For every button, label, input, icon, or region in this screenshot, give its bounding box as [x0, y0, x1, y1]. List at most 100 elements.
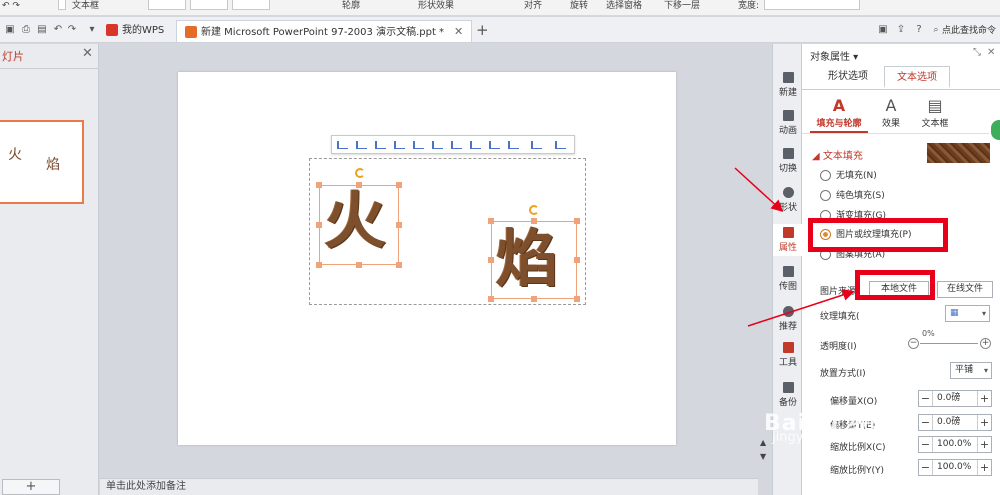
- texture-preview[interactable]: [927, 143, 990, 163]
- group-icon[interactable]: [554, 139, 566, 151]
- resize-handle[interactable]: [574, 296, 580, 302]
- upload-icon[interactable]: ⇪: [895, 24, 907, 36]
- texture-select[interactable]: ▦ ▾: [945, 305, 990, 322]
- resize-handle[interactable]: [531, 296, 537, 302]
- resize-handle[interactable]: [316, 222, 322, 228]
- increment-icon[interactable]: +: [977, 437, 991, 452]
- spin-box[interactable]: [58, 0, 66, 10]
- resize-handle[interactable]: [574, 257, 580, 263]
- undo-icon[interactable]: ↶ ↷: [2, 0, 20, 12]
- subtab-effect[interactable]: A 效果: [866, 96, 916, 129]
- resize-handle[interactable]: [396, 182, 402, 188]
- redo-icon[interactable]: ↷: [66, 24, 78, 36]
- subtab-textbox[interactable]: ▤ 文本框: [910, 96, 960, 129]
- offset-x-stepper[interactable]: −0.0磅 +: [918, 390, 992, 407]
- close-tab-icon[interactable]: ✕: [454, 25, 463, 38]
- shape-effect-button[interactable]: 形状效果: [418, 0, 454, 12]
- subtab-fill-outline[interactable]: A 填充与轮廓: [810, 96, 868, 129]
- style-swatch[interactable]: [148, 0, 186, 10]
- export-icon[interactable]: ▤: [36, 24, 48, 36]
- add-slide-button[interactable]: +: [2, 479, 60, 495]
- distribute-icon[interactable]: [488, 139, 500, 151]
- scale-y-stepper[interactable]: −100.0% +: [918, 459, 992, 476]
- increment-icon[interactable]: +: [977, 415, 991, 430]
- text-fill-section[interactable]: ◢ 文本填充: [812, 147, 863, 162]
- iconbar-tools[interactable]: 工具: [773, 342, 803, 368]
- width-input[interactable]: [764, 0, 860, 10]
- align-top-icon[interactable]: [393, 139, 405, 151]
- minus-icon[interactable]: −: [908, 338, 919, 349]
- align-center-icon[interactable]: [355, 139, 367, 151]
- slide-text-fire[interactable]: 火: [324, 190, 386, 252]
- resize-handle[interactable]: [488, 257, 494, 263]
- placement-select[interactable]: 平铺 ▾: [950, 362, 992, 379]
- align-bottom-icon[interactable]: [431, 139, 443, 151]
- tab-my-wps[interactable]: 我的WPS: [98, 20, 172, 42]
- resize-handle[interactable]: [316, 262, 322, 268]
- floating-assistant-button[interactable]: [989, 118, 1000, 142]
- decrement-icon[interactable]: −: [919, 415, 933, 430]
- outline-button[interactable]: 轮廓: [342, 0, 360, 12]
- iconbar-upload-image[interactable]: 传图: [773, 266, 803, 292]
- increment-icon[interactable]: +: [977, 391, 991, 406]
- dropdown-icon[interactable]: ▾: [86, 24, 98, 36]
- scale-x-stepper[interactable]: −100.0% +: [918, 436, 992, 453]
- plus-icon[interactable]: +: [980, 338, 991, 349]
- new-tab-button[interactable]: +: [476, 21, 489, 39]
- decrement-icon[interactable]: −: [919, 460, 933, 475]
- resize-handle[interactable]: [488, 296, 494, 302]
- iconbar-recommend[interactable]: 推荐: [773, 306, 803, 332]
- resize-handle[interactable]: [356, 262, 362, 268]
- undo-icon[interactable]: ↶: [52, 24, 64, 36]
- align-right-icon[interactable]: [374, 139, 386, 151]
- notes-area[interactable]: 单击此处添加备注: [100, 478, 758, 495]
- tab-shape-options[interactable]: 形状选项: [816, 66, 880, 88]
- radio-solid-fill[interactable]: 纯色填充(S): [820, 188, 885, 201]
- scroll-up-icon[interactable]: ▲: [760, 438, 766, 447]
- style-swatch[interactable]: [190, 0, 228, 10]
- close-icon[interactable]: ✕: [82, 46, 93, 61]
- selection-pane-button[interactable]: 选择窗格: [606, 0, 642, 12]
- rotate-button[interactable]: 旋转: [570, 0, 588, 12]
- textbox-button[interactable]: 文本框: [72, 0, 99, 12]
- panel-title[interactable]: 对象属性 ▾: [810, 48, 858, 63]
- radio-no-fill[interactable]: 无填充(N): [820, 168, 877, 181]
- command-search[interactable]: 点此查找命令: [938, 20, 1000, 42]
- increment-icon[interactable]: +: [977, 460, 991, 475]
- align-button[interactable]: 对齐: [524, 0, 542, 12]
- distribute-vertical-icon[interactable]: [469, 139, 481, 151]
- resize-handle[interactable]: [574, 218, 580, 224]
- online-file-button[interactable]: 在线文件: [937, 281, 993, 298]
- resize-handle[interactable]: [316, 182, 322, 188]
- tab-text-options[interactable]: 文本选项: [884, 66, 950, 88]
- decrement-icon[interactable]: −: [919, 391, 933, 406]
- scroll-down-icon[interactable]: ▼: [760, 452, 766, 461]
- print-icon[interactable]: ⎙: [20, 24, 32, 36]
- transparency-slider[interactable]: − 0% +: [908, 329, 991, 351]
- close-icon[interactable]: ✕: [987, 47, 995, 58]
- format-icon[interactable]: [530, 139, 542, 151]
- rotate-handle-icon[interactable]: [355, 168, 365, 178]
- iconbar-new[interactable]: 新建: [773, 72, 803, 98]
- dock-icon[interactable]: ⤡: [973, 47, 981, 58]
- slide-thumbnail[interactable]: 火 焰: [0, 120, 84, 204]
- align-middle-icon[interactable]: [412, 139, 424, 151]
- iconbar-properties[interactable]: 属性: [773, 224, 803, 256]
- decrement-icon[interactable]: −: [919, 437, 933, 452]
- move-down-button[interactable]: 下移一层: [664, 0, 700, 12]
- style-swatch[interactable]: [232, 0, 270, 10]
- window-icon[interactable]: ▣: [877, 24, 889, 36]
- align-left-icon[interactable]: [336, 139, 348, 151]
- resize-handle[interactable]: [396, 222, 402, 228]
- resize-handle[interactable]: [488, 218, 494, 224]
- help-icon[interactable]: ?: [913, 24, 925, 36]
- iconbar-animation[interactable]: 动画: [773, 110, 803, 136]
- slide-text-flame[interactable]: 焰: [496, 228, 558, 290]
- tab-document[interactable]: 新建 Microsoft PowerPoint 97-2003 演示文稿.ppt…: [176, 20, 473, 42]
- iconbar-transition[interactable]: 切换: [773, 148, 803, 174]
- save-icon[interactable]: ▣: [4, 24, 16, 36]
- rotate-handle-icon[interactable]: [529, 205, 539, 215]
- iconbar-shape[interactable]: 形状: [773, 187, 803, 213]
- grid-icon[interactable]: [507, 139, 519, 151]
- distribute-horizontal-icon[interactable]: [450, 139, 462, 151]
